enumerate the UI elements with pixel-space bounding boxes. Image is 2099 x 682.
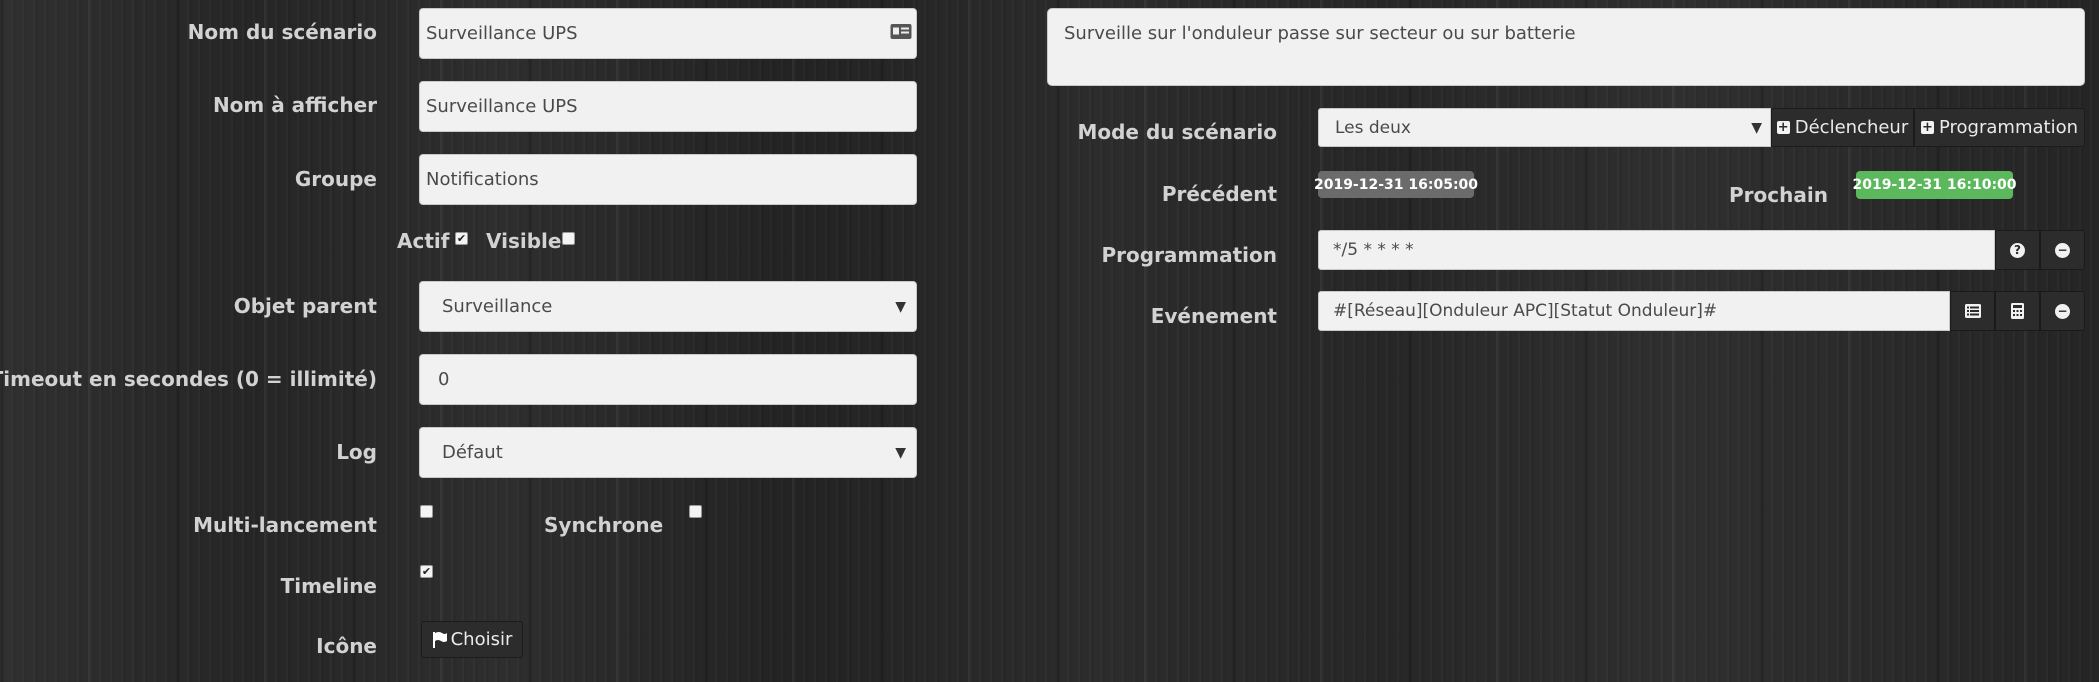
scenario-name-label: Nom du scénario	[187, 20, 377, 44]
timeout-input[interactable]: 0	[419, 354, 917, 405]
minus-circle-icon: −	[2055, 242, 2070, 258]
active-checkbox[interactable]: ✔	[455, 232, 468, 245]
list-icon	[1964, 304, 1981, 318]
description-textarea[interactable]: Surveille sur l'onduleur passe sur secte…	[1047, 8, 2085, 86]
flag-icon	[432, 631, 448, 648]
mode-select[interactable]: Les deux ▼	[1318, 108, 1771, 147]
parent-object-value: Surveillance	[442, 296, 553, 317]
visible-checkbox[interactable]	[562, 232, 575, 245]
plus-square-icon: +	[1776, 120, 1790, 135]
schedule-label: Programmation	[1101, 243, 1277, 267]
plus-square-icon: +	[1921, 120, 1934, 135]
log-select[interactable]: Défaut ▼	[419, 427, 917, 478]
next-run-badge: 2019-12-31 16:10:00	[1852, 171, 2017, 199]
add-schedule-button[interactable]: + Programmation	[1914, 108, 2085, 147]
display-name-label: Nom à afficher	[212, 93, 377, 117]
timeline-checkbox[interactable]: ✔	[420, 565, 433, 578]
schedule-help-button[interactable]: ?	[1995, 230, 2040, 270]
synchronous-label: Synchrone	[544, 513, 664, 537]
display-name-input[interactable]: Surveillance UPS	[419, 81, 917, 132]
log-value: Défaut	[442, 442, 503, 463]
schedule-value: */5 * * * *	[1333, 240, 1414, 260]
question-circle-icon: ?	[2010, 242, 2025, 258]
caret-down-icon: ▼	[895, 444, 906, 461]
caret-down-icon: ▼	[1751, 119, 1762, 136]
mode-label: Mode du scénario	[1077, 120, 1277, 144]
mode-value: Les deux	[1335, 117, 1411, 138]
calculator-icon	[2011, 303, 2024, 319]
event-list-button[interactable]	[1950, 291, 1995, 331]
log-label: Log	[336, 440, 377, 464]
add-trigger-button[interactable]: + Déclencheur	[1771, 108, 1914, 147]
multi-launch-label: Multi-lancement	[193, 513, 377, 537]
previous-run-badge: 2019-12-31 16:05:00	[1314, 171, 1478, 198]
schedule-input[interactable]: */5 * * * *	[1318, 230, 1995, 270]
add-schedule-button-label: Programmation	[1939, 117, 2078, 138]
choose-icon-button[interactable]: Choisir	[421, 621, 523, 658]
event-label: Evénement	[1150, 304, 1277, 328]
group-value: Notifications	[426, 169, 539, 190]
timeline-label: Timeline	[280, 574, 377, 598]
event-calculator-button[interactable]	[1995, 291, 2040, 331]
event-remove-button[interactable]: −	[2040, 291, 2085, 331]
synchronous-checkbox[interactable]	[689, 505, 702, 518]
group-input[interactable]: Notifications	[419, 154, 917, 205]
multi-launch-checkbox[interactable]	[420, 505, 433, 518]
scenario-name-value: Surveillance UPS	[426, 23, 578, 44]
previous-label: Précédent	[1161, 182, 1277, 206]
choose-icon-button-label: Choisir	[450, 629, 513, 650]
add-trigger-button-label: Déclencheur	[1794, 117, 1909, 138]
next-label: Prochain	[1729, 183, 1828, 207]
minus-circle-icon: −	[2055, 303, 2070, 319]
timeout-label: Timeout en secondes (0 = illimité)	[0, 367, 377, 391]
schedule-remove-button[interactable]: −	[2040, 230, 2085, 270]
caret-down-icon: ▼	[895, 298, 906, 315]
event-input[interactable]: #[Réseau][Onduleur APC][Statut Onduleur]…	[1318, 291, 1950, 331]
visible-label: Visible	[486, 229, 562, 253]
display-name-value: Surveillance UPS	[426, 96, 578, 117]
timeout-value: 0	[438, 369, 450, 390]
group-label: Groupe	[294, 167, 377, 191]
description-value: Surveille sur l'onduleur passe sur secte…	[1064, 23, 1576, 44]
active-label: Actif	[397, 229, 450, 253]
icon-label: Icône	[316, 634, 377, 658]
parent-object-select[interactable]: Surveillance ▼	[419, 281, 917, 332]
parent-object-label: Objet parent	[233, 294, 377, 318]
id-card-icon	[890, 23, 912, 44]
scenario-name-input[interactable]: Surveillance UPS	[419, 8, 917, 59]
event-value: #[Réseau][Onduleur APC][Statut Onduleur]…	[1333, 301, 1718, 321]
